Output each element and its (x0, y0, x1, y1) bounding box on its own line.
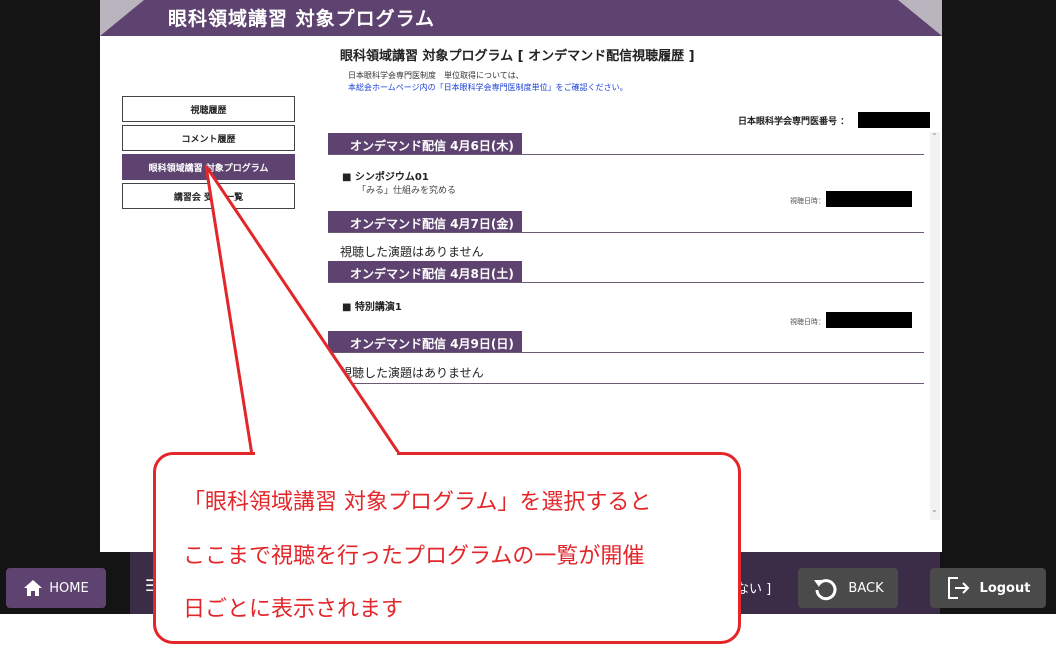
screen: 眼科領域講習 対象プログラム 眼科領域講習 対象プログラム [ オンデマンド配信… (0, 0, 1056, 646)
callout-text-line2: ここまで視聴を行ったプログラムの一覧が開催 (183, 544, 645, 569)
callout-text-line3: 日ごとに表示されます (183, 597, 404, 622)
callout-text-line1: 「眼科領域講習 対象プログラム」を選択すると (183, 490, 652, 515)
